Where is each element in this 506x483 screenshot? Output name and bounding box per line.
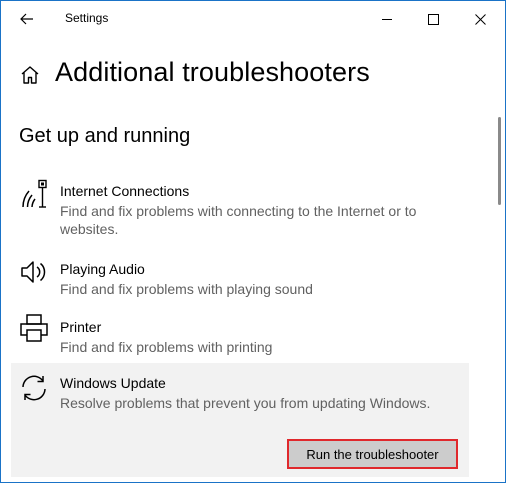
maximize-icon: [427, 13, 439, 25]
back-button[interactable]: [13, 5, 41, 33]
close-button[interactable]: [457, 1, 503, 37]
back-arrow-icon: [20, 13, 33, 25]
settings-window: Settings Additional troubleshooters Get …: [0, 0, 506, 483]
speaker-icon: [21, 261, 46, 283]
scrollbar-thumb[interactable]: [498, 117, 501, 205]
page-header: Additional troubleshooters: [19, 57, 370, 88]
page-title: Additional troubleshooters: [55, 57, 370, 87]
troubleshooter-printer[interactable]: Printer Find and fix problems with print…: [11, 309, 469, 359]
printer-icon: [20, 314, 48, 342]
wifi-icon: [22, 179, 47, 208]
maximize-button[interactable]: [410, 1, 456, 37]
run-troubleshooter-button[interactable]: Run the troubleshooter: [287, 439, 458, 469]
title-bar: Settings: [1, 1, 505, 37]
item-description: Find and fix problems with printing: [60, 339, 273, 355]
item-description: Find and fix problems with connecting to…: [60, 203, 417, 237]
item-description: Find and fix problems with playing sound: [60, 281, 313, 297]
troubleshooter-internet-connections[interactable]: Internet Connections Find and fix proble…: [11, 173, 469, 241]
minimize-icon: [381, 18, 392, 20]
item-name: Printer: [60, 319, 102, 335]
home-icon[interactable]: [19, 64, 41, 86]
close-icon: [474, 13, 486, 25]
item-name: Playing Audio: [60, 261, 145, 277]
section-title: Get up and running: [19, 125, 191, 147]
window-title: Settings: [65, 11, 109, 25]
minimize-button[interactable]: [364, 1, 410, 37]
item-name: Windows Update: [60, 375, 166, 391]
item-description: Resolve problems that prevent you from u…: [60, 395, 431, 411]
item-name: Internet Connections: [60, 183, 190, 199]
troubleshooter-playing-audio[interactable]: Playing Audio Find and fix problems with…: [11, 251, 469, 301]
sync-icon: [22, 375, 46, 401]
